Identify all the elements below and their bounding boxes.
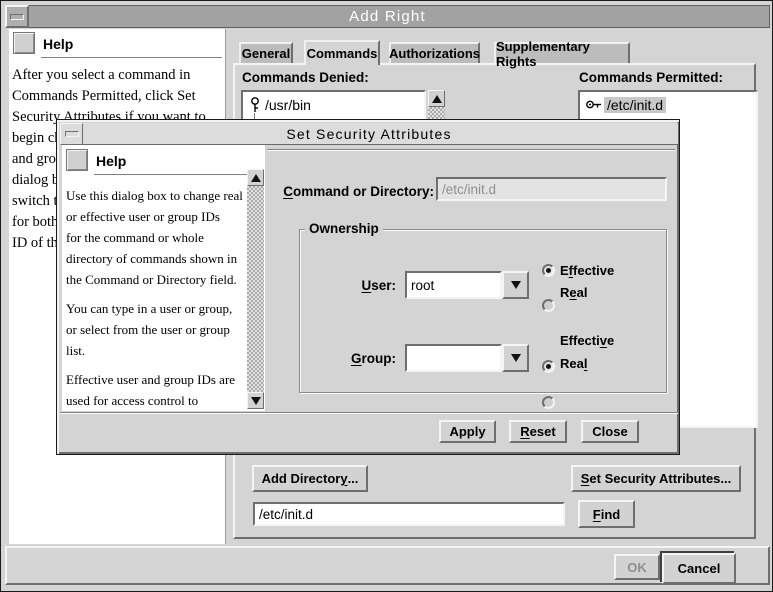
help-header: Help bbox=[43, 36, 73, 52]
close-button[interactable]: Close bbox=[581, 420, 639, 443]
user-real-radio[interactable] bbox=[542, 299, 555, 312]
ownership-groupbox: Ownership User: root Effective Real Grou… bbox=[299, 229, 667, 393]
tab-authorizations[interactable]: Authorizations bbox=[389, 42, 480, 63]
scrollbar-track[interactable] bbox=[247, 186, 264, 392]
set-security-attributes-button[interactable]: Set Security Attributes... bbox=[571, 465, 741, 492]
command-or-directory-field: /etc/init.d bbox=[436, 177, 667, 201]
ownership-label: Ownership bbox=[305, 221, 383, 236]
user-effective-label[interactable]: Effective bbox=[560, 263, 614, 278]
group-effective-label[interactable]: Effective bbox=[560, 333, 614, 348]
group-real-label[interactable]: Real bbox=[560, 356, 587, 371]
ok-button[interactable]: OK bbox=[614, 554, 660, 580]
dialog-title: Set Security Attributes bbox=[286, 126, 451, 142]
group-combo-arrow[interactable] bbox=[502, 344, 529, 372]
find-button[interactable]: Find bbox=[578, 500, 635, 528]
combo-arrow-icon bbox=[511, 281, 521, 289]
list-item-etc-initd[interactable]: /etc/init.d bbox=[585, 96, 666, 113]
dialog-help-panel: Help Use this dialog box to change real … bbox=[62, 145, 265, 411]
tab-commands[interactable]: Commands bbox=[304, 40, 380, 65]
help-header-rule bbox=[94, 174, 260, 176]
group-label: Group: bbox=[344, 351, 396, 366]
key-upright-icon bbox=[248, 96, 262, 113]
dialog-button-separator bbox=[60, 412, 678, 414]
user-combo-arrow[interactable] bbox=[502, 271, 529, 299]
commands-denied-label: Commands Denied: bbox=[242, 70, 369, 85]
help-icon bbox=[66, 149, 88, 171]
cancel-button[interactable]: Cancel bbox=[660, 551, 734, 582]
main-titlebar[interactable]: Add Right bbox=[5, 5, 770, 28]
reset-button[interactable]: Reset bbox=[509, 420, 567, 443]
help-header-rule bbox=[41, 57, 222, 59]
user-effective-radio[interactable] bbox=[542, 264, 555, 277]
group-combo-entry[interactable] bbox=[405, 344, 502, 372]
scroll-up-icon[interactable] bbox=[428, 90, 445, 107]
tab-general[interactable]: General bbox=[239, 42, 293, 63]
commands-permitted-label: Commands Permitted: bbox=[579, 70, 723, 85]
command-or-directory-label: Command or Directory: bbox=[279, 184, 434, 199]
dialog-titlebar[interactable]: Set Security Attributes bbox=[60, 123, 678, 145]
scroll-up-icon[interactable] bbox=[247, 169, 264, 186]
add-right-window: Add Right Help After you select a comman… bbox=[0, 0, 773, 592]
scroll-down-icon[interactable] bbox=[247, 392, 264, 409]
help-icon bbox=[13, 32, 35, 54]
bottom-button-strip: OK Cancel bbox=[5, 546, 770, 585]
user-combo-entry[interactable]: root bbox=[405, 271, 502, 299]
list-item-usr-bin[interactable]: /usr/bin bbox=[248, 96, 311, 113]
apply-button[interactable]: Apply bbox=[439, 420, 496, 443]
main-window-title: Add Right bbox=[349, 8, 426, 25]
user-real-label[interactable]: Real bbox=[560, 285, 587, 300]
minimize-icon bbox=[10, 14, 24, 20]
selected-item-text: /etc/init.d bbox=[604, 97, 666, 113]
dialog-help-text: Use this dialog box to change real or ef… bbox=[66, 185, 245, 411]
set-security-attributes-dialog: Set Security Attributes Help Use this di… bbox=[56, 119, 680, 455]
tab-supplementary-rights[interactable]: Supplementary Rights bbox=[494, 42, 630, 63]
user-label: User: bbox=[350, 278, 396, 293]
dialog-help-scrollbar[interactable] bbox=[247, 169, 264, 409]
help-header: Help bbox=[96, 153, 126, 169]
group-effective-radio[interactable] bbox=[542, 360, 555, 373]
dialog-minimize-button[interactable] bbox=[60, 123, 83, 145]
add-directory-button[interactable]: Add Directory... bbox=[252, 465, 368, 492]
minimize-icon bbox=[65, 131, 79, 137]
main-minimize-button[interactable] bbox=[5, 5, 29, 28]
combo-arrow-icon bbox=[511, 354, 521, 362]
find-path-input[interactable] bbox=[253, 502, 565, 526]
group-real-radio[interactable] bbox=[542, 396, 555, 409]
dialog-title-separator bbox=[267, 149, 675, 151]
key-sideways-icon bbox=[585, 98, 602, 111]
